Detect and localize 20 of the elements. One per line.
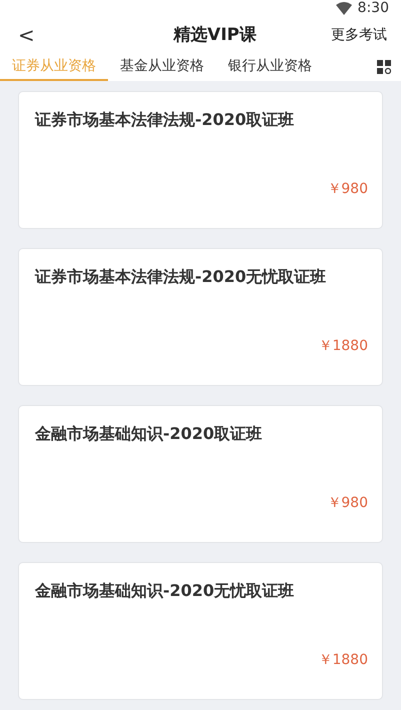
course-title: 证券市场基本法律法规-2020取证班 [35, 110, 296, 132]
course-title: 证券市场基本法律法规-2020无忧取证班 [35, 267, 328, 288]
course-card[interactable]: 证券市场基本法律法规-2020取证班 ￥980 [18, 91, 383, 230]
back-button[interactable]: < [14, 22, 39, 47]
course-title: 金融市场基础知识-2020无忧取证班 [35, 581, 296, 602]
course-title: 金融市场基础知识-2020取证班 [35, 424, 264, 446]
category-tab[interactable]: 银行从业资格 [216, 53, 324, 82]
course-price: ￥1880 [318, 651, 368, 670]
wifi-icon [336, 2, 352, 15]
course-price: ￥980 [327, 180, 368, 198]
status-time: 8:30 [358, 0, 389, 16]
page-title: 精选VIP课 [173, 24, 256, 46]
grid-icon[interactable] [377, 60, 391, 74]
course-card[interactable]: 金融市场基础知识-2020无忧取证班 ￥1880 [18, 562, 383, 700]
course-price: ￥980 [327, 494, 368, 512]
course-card[interactable]: 证券市场基本法律法规-2020无忧取证班 ￥1880 [18, 248, 383, 386]
more-exams-button[interactable]: 更多考试 [331, 26, 387, 44]
course-price: ￥1880 [318, 337, 368, 356]
course-card[interactable]: 金融市场基础知识-2020取证班 ￥980 [18, 405, 383, 544]
category-tab[interactable]: 基金从业资格 [108, 53, 216, 82]
